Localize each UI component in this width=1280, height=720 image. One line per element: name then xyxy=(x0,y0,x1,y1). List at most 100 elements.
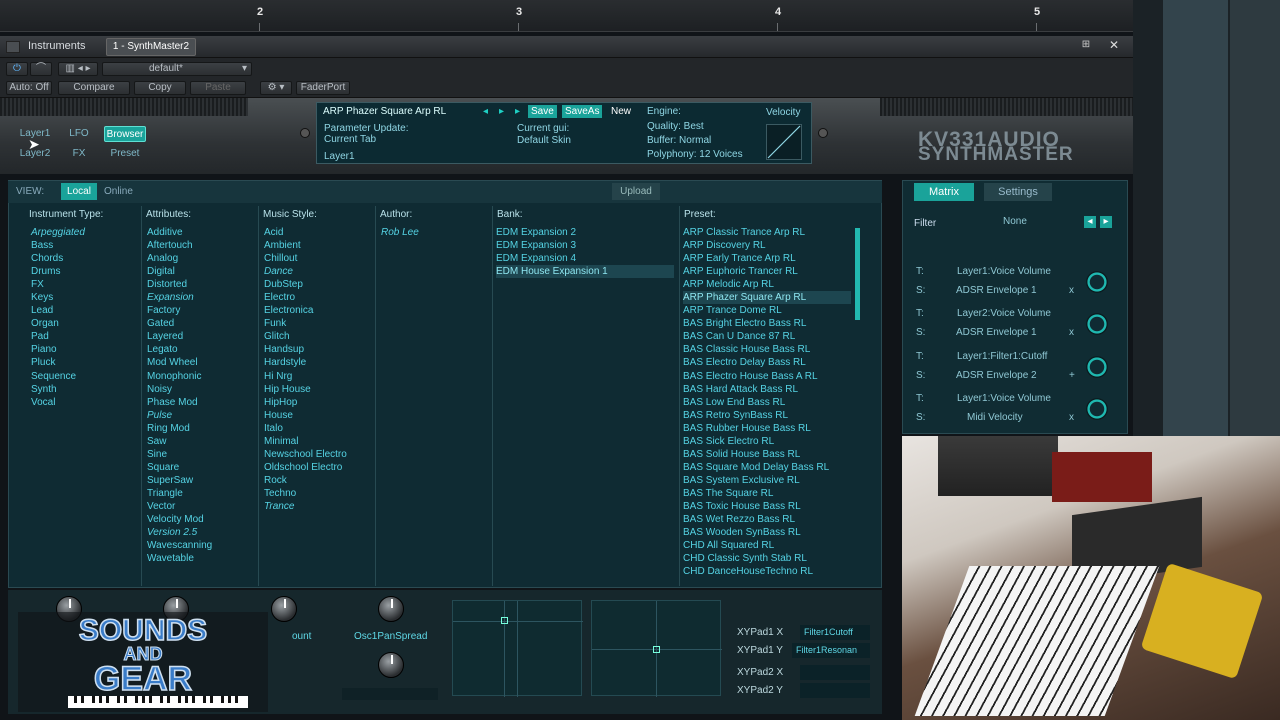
list-item[interactable]: Trance xyxy=(264,500,369,513)
list-item[interactable]: EDM House Expansion 1 xyxy=(496,265,674,279)
param-update-value[interactable]: Current Tab xyxy=(324,134,376,145)
new-button[interactable]: New xyxy=(608,105,634,118)
list-item[interactable]: DubStep xyxy=(264,278,369,291)
list-item[interactable]: BAS Wooden SynBass RL xyxy=(683,526,851,539)
list-item[interactable]: Square xyxy=(147,461,252,474)
list-item[interactable]: ARP Phazer Square Arp RL xyxy=(683,291,851,305)
list-item[interactable]: Analog xyxy=(147,252,252,265)
list-item[interactable]: Keys xyxy=(31,291,136,304)
list-item[interactable]: FX xyxy=(31,278,136,291)
matrix-operation[interactable]: x xyxy=(1069,412,1074,423)
xypad2-y-value[interactable] xyxy=(800,683,870,698)
list-item[interactable]: BAS Can U Dance 87 RL xyxy=(683,330,851,343)
list-item[interactable]: Techno xyxy=(264,487,369,500)
matrix-operation[interactable]: + xyxy=(1069,370,1075,381)
list-item[interactable]: Organ xyxy=(31,317,136,330)
local-button[interactable]: Local xyxy=(61,183,97,200)
nav-browser[interactable]: Browser xyxy=(104,126,146,142)
upload-button[interactable]: Upload xyxy=(612,183,660,200)
list-item[interactable]: ARP Euphoric Trancer RL xyxy=(683,265,851,278)
list-item[interactable]: Pulse xyxy=(147,409,252,422)
prev-arrow-icon[interactable]: ◂ xyxy=(1084,216,1096,228)
faderport-button[interactable]: FaderPort xyxy=(296,81,350,95)
list-item[interactable]: CHD All Squared RL xyxy=(683,539,851,552)
list-item[interactable]: Factory xyxy=(147,304,252,317)
list-item[interactable]: Hip House xyxy=(264,383,369,396)
matrix-amount-knob[interactable] xyxy=(1086,355,1108,378)
list-item[interactable]: BAS Solid House Bass RL xyxy=(683,448,851,461)
matrix-target[interactable]: Layer2:Voice Volume xyxy=(957,308,1051,319)
list-item[interactable]: Electronica xyxy=(264,304,369,317)
list-item[interactable]: Newschool Electro xyxy=(264,448,369,461)
auto-off-button[interactable]: Auto: Off xyxy=(6,81,52,95)
perf-knob[interactable] xyxy=(271,596,297,622)
copy-button[interactable]: Copy xyxy=(134,81,186,95)
xy-pad-1[interactable] xyxy=(452,600,583,697)
xy-handle[interactable] xyxy=(501,617,508,624)
list-item[interactable]: Phase Mod xyxy=(147,396,252,409)
preset-scrollbar[interactable] xyxy=(855,228,860,320)
power-icon[interactable]: ⏻ xyxy=(6,62,28,76)
list-item[interactable]: Pluck xyxy=(31,356,136,369)
list-item[interactable]: CHD Classic Synth Stab RL xyxy=(683,552,851,565)
velocity-curve[interactable] xyxy=(766,124,802,160)
list-item[interactable]: BAS Rubber House Bass RL xyxy=(683,422,851,435)
xy-handle[interactable] xyxy=(653,646,660,653)
list-item[interactable]: Saw xyxy=(147,435,252,448)
list-item[interactable]: BAS System Exclusive RL xyxy=(683,474,851,487)
tab-settings[interactable]: Settings xyxy=(984,183,1052,201)
matrix-operation[interactable]: x xyxy=(1069,285,1074,296)
quality-label[interactable]: Quality: Best xyxy=(647,121,704,132)
list-item[interactable]: Chillout xyxy=(264,252,369,265)
play-icon[interactable]: ▸ xyxy=(512,105,523,118)
list-item[interactable]: Aftertouch xyxy=(147,239,252,252)
list-item[interactable]: Dance xyxy=(264,265,369,278)
list-item[interactable]: Lead xyxy=(31,304,136,317)
list-item[interactable]: Pad xyxy=(31,330,136,343)
list-item[interactable]: Vector xyxy=(147,500,252,513)
saveas-button[interactable]: SaveAs xyxy=(562,105,603,118)
list-item[interactable]: Arpeggiated xyxy=(31,226,136,239)
close-icon[interactable]: ✕ xyxy=(1106,38,1122,52)
list-item[interactable]: BAS Sick Electro RL xyxy=(683,435,851,448)
matrix-operation[interactable]: x xyxy=(1069,327,1074,338)
list-item[interactable]: Velocity Mod xyxy=(147,513,252,526)
list-item[interactable]: BAS Electro Delay Bass RL xyxy=(683,356,851,369)
list-item[interactable]: Additive xyxy=(147,226,252,239)
list-item[interactable]: Ambient xyxy=(264,239,369,252)
list-item[interactable]: Hi Nrg xyxy=(264,370,369,383)
perf-knob[interactable] xyxy=(378,652,404,678)
list-item[interactable]: Digital xyxy=(147,265,252,278)
list-item[interactable]: Sequence xyxy=(31,370,136,383)
buffer-label[interactable]: Buffer: Normal xyxy=(647,135,711,146)
xy-pad-2[interactable] xyxy=(591,600,722,697)
list-item[interactable]: ARP Melodic Arp RL xyxy=(683,278,851,291)
list-item[interactable]: ARP Discovery RL xyxy=(683,239,851,252)
nav-lfo[interactable]: LFO xyxy=(58,126,100,142)
matrix-source[interactable]: Midi Velocity xyxy=(967,412,1023,423)
matrix-target[interactable]: Layer1:Voice Volume xyxy=(957,266,1051,277)
next-arrow-icon[interactable]: ▸ xyxy=(1100,216,1112,228)
xypad2-x-value[interactable] xyxy=(800,665,870,680)
next-arrow-icon[interactable]: ▸ xyxy=(496,105,507,118)
list-item[interactable]: Gated xyxy=(147,317,252,330)
list-item[interactable]: Funk xyxy=(264,317,369,330)
matrix-source[interactable]: ADSR Envelope 1 xyxy=(956,285,1037,296)
list-item[interactable]: HipHop xyxy=(264,396,369,409)
current-gui-value[interactable]: Default Skin xyxy=(517,135,571,146)
list-item[interactable]: Ring Mod xyxy=(147,422,252,435)
compare-button[interactable]: Compare xyxy=(58,81,130,95)
matrix-target[interactable]: Layer1:Filter1:Cutoff xyxy=(957,351,1047,362)
nav-preset[interactable]: Preset xyxy=(104,146,146,162)
list-item[interactable]: EDM Expansion 2 xyxy=(496,226,674,239)
list-item[interactable]: Glitch xyxy=(264,330,369,343)
list-item[interactable]: Drums xyxy=(31,265,136,278)
matrix-target[interactable]: Layer1:Voice Volume xyxy=(957,393,1051,404)
list-item[interactable]: Synth xyxy=(31,383,136,396)
list-item[interactable]: Wavetable xyxy=(147,552,252,565)
list-item[interactable]: Chords xyxy=(31,252,136,265)
list-item[interactable]: BAS Wet Rezzo Bass RL xyxy=(683,513,851,526)
list-item[interactable]: ARP Classic Trance Arp RL xyxy=(683,226,851,239)
list-item[interactable]: Bass xyxy=(31,239,136,252)
online-button[interactable]: Online xyxy=(104,186,133,197)
